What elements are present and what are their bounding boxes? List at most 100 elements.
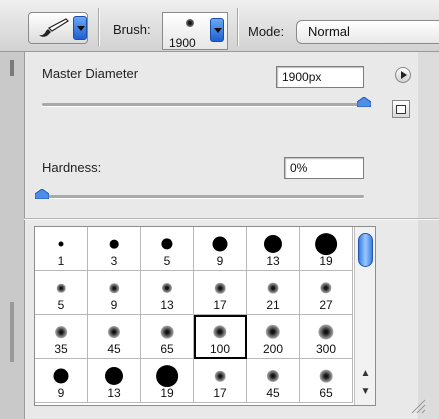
brush-preset-size: 19 [319,254,333,268]
brush-preset-cell[interactable]: 19 [141,359,194,403]
brush-preset-cell[interactable]: 65 [300,359,353,403]
brush-preset-cell[interactable]: 27 [300,271,353,315]
brush-preset-cell[interactable]: 13 [247,227,300,271]
slider-thumb[interactable] [357,97,371,107]
toolbar-separator [237,8,238,46]
brush-tip-preview [186,19,194,27]
brush-preset-size: 9 [57,386,65,400]
hard-brush-tip [315,233,337,255]
mode-select[interactable]: Normal [296,20,439,44]
brush-preset-size: 300 [315,342,337,356]
new-preset-icon[interactable] [392,100,410,118]
brush-preset-cell[interactable]: 5 [141,227,194,271]
soft-brush-tip [320,282,332,294]
brush-preset-size: 45 [107,342,121,356]
brush-preset-size: 27 [319,298,333,312]
resize-grip-icon[interactable] [408,396,426,414]
soft-brush-tip [55,326,67,338]
brush-preset-size: 45 [266,386,280,400]
document-edge [0,52,24,419]
brush-preset-size: 9 [110,298,118,312]
preset-grid-container: 1 3 5 9 13 19 5 9 13 17 21 27 35 45 65 100 200 300 9 13 19 17… [34,226,376,406]
hard-brush-tip [212,236,228,252]
master-diameter-slider[interactable] [42,97,371,107]
brush-preset-cell[interactable]: 300 [300,315,353,359]
brush-preset-cell[interactable]: 13 [88,359,141,403]
hardness-input[interactable]: 0% [284,157,364,179]
mode-label: Mode: [248,24,285,39]
brush-preset-size: 17 [213,298,227,312]
brush-preset-cell[interactable]: 9 [35,359,88,403]
brush-preset-cell[interactable]: 45 [247,359,300,403]
soft-brush-tip [160,325,174,339]
hard-brush-tip [109,239,119,249]
hard-brush-tip [104,366,124,386]
soft-brush-tip [214,370,226,382]
soft-brush-tip [109,283,119,293]
soft-brush-tip [267,282,279,294]
slider-thumb[interactable] [35,189,49,199]
brush-preset-cell[interactable]: 1 [35,227,88,271]
brush-preset-cell[interactable]: 21 [247,271,300,315]
flyout-menu-icon[interactable] [395,67,411,83]
brush-preset-size: 21 [266,298,280,312]
soft-brush-tip [214,282,226,294]
brush-preset-size: 17 [213,386,227,400]
scroll-up-arrow-icon[interactable]: ▲ [358,367,373,381]
chevron-down-icon[interactable] [210,18,224,42]
brush-icon [39,18,69,37]
brush-preset-size: 35 [54,342,68,356]
brush-preset-size: 5 [163,254,171,268]
hard-brush-tip [156,365,178,387]
soft-brush-tip [318,324,334,340]
brush-size-label: 1900 [169,36,196,50]
brush-preset-size: 100 [209,342,231,356]
hard-brush-tip [161,238,173,250]
brush-preset-cell[interactable]: 17 [194,359,247,403]
master-diameter-input[interactable]: 1900px [276,66,364,88]
brush-preset-cell[interactable]: 5 [35,271,88,315]
soft-brush-tip [213,325,227,339]
preset-scrollbar[interactable]: ▲ ▼ [354,227,375,405]
hardness-slider[interactable] [35,189,364,199]
scroll-down-arrow-icon[interactable]: ▼ [358,385,373,399]
master-diameter-label: Master Diameter [42,66,139,81]
edge-mark [10,302,14,362]
scrollbar-thumb[interactable] [358,233,373,267]
brush-preset-cell[interactable]: 35 [35,315,88,359]
brush-preset-cell[interactable]: 200 [247,315,300,359]
edge-mark [10,60,14,76]
soft-brush-tip [56,283,66,293]
brush-preset-cell[interactable]: 9 [194,227,247,271]
brush-preset-size: 1 [57,254,65,268]
brush-preset-size: 200 [262,342,284,356]
brush-preset-size: 13 [107,386,121,400]
brush-preset-size: 5 [57,298,65,312]
brush-preset-size: 65 [160,342,174,356]
brush-preset-size: 9 [216,254,224,268]
brush-preset-cell[interactable]: 13 [141,271,194,315]
brush-preset-cell[interactable]: 100 [194,315,247,359]
chevron-down-icon[interactable] [73,16,87,40]
brush-preset-picker-screen: Brush: 1900 Mode: Normal Master Diameter… [0,0,439,419]
brush-preset-size: 65 [319,386,333,400]
toolbar-separator [98,8,99,46]
brush-preset-cell[interactable]: 65 [141,315,194,359]
panel-right-edge [418,52,439,419]
brush-preset-cell[interactable]: 45 [88,315,141,359]
brush-preset-cell[interactable]: 17 [194,271,247,315]
brush-picker-button[interactable]: 1900 [162,12,228,50]
soft-brush-tip [266,369,280,383]
soft-brush-tip [265,324,281,340]
hard-brush-tip [53,368,69,384]
brush-preset-size: 3 [110,254,118,268]
soft-brush-tip [161,282,173,294]
brush-preset-cell[interactable]: 3 [88,227,141,271]
brush-preset-cell[interactable]: 9 [88,271,141,315]
soft-brush-tip [107,325,121,339]
brush-preset-size: 13 [266,254,280,268]
brush-preset-cell[interactable]: 19 [300,227,353,271]
tool-preset-picker-button[interactable] [28,12,88,44]
soft-brush-tip [319,369,333,383]
options-bar: Brush: 1900 Mode: Normal [0,0,439,52]
